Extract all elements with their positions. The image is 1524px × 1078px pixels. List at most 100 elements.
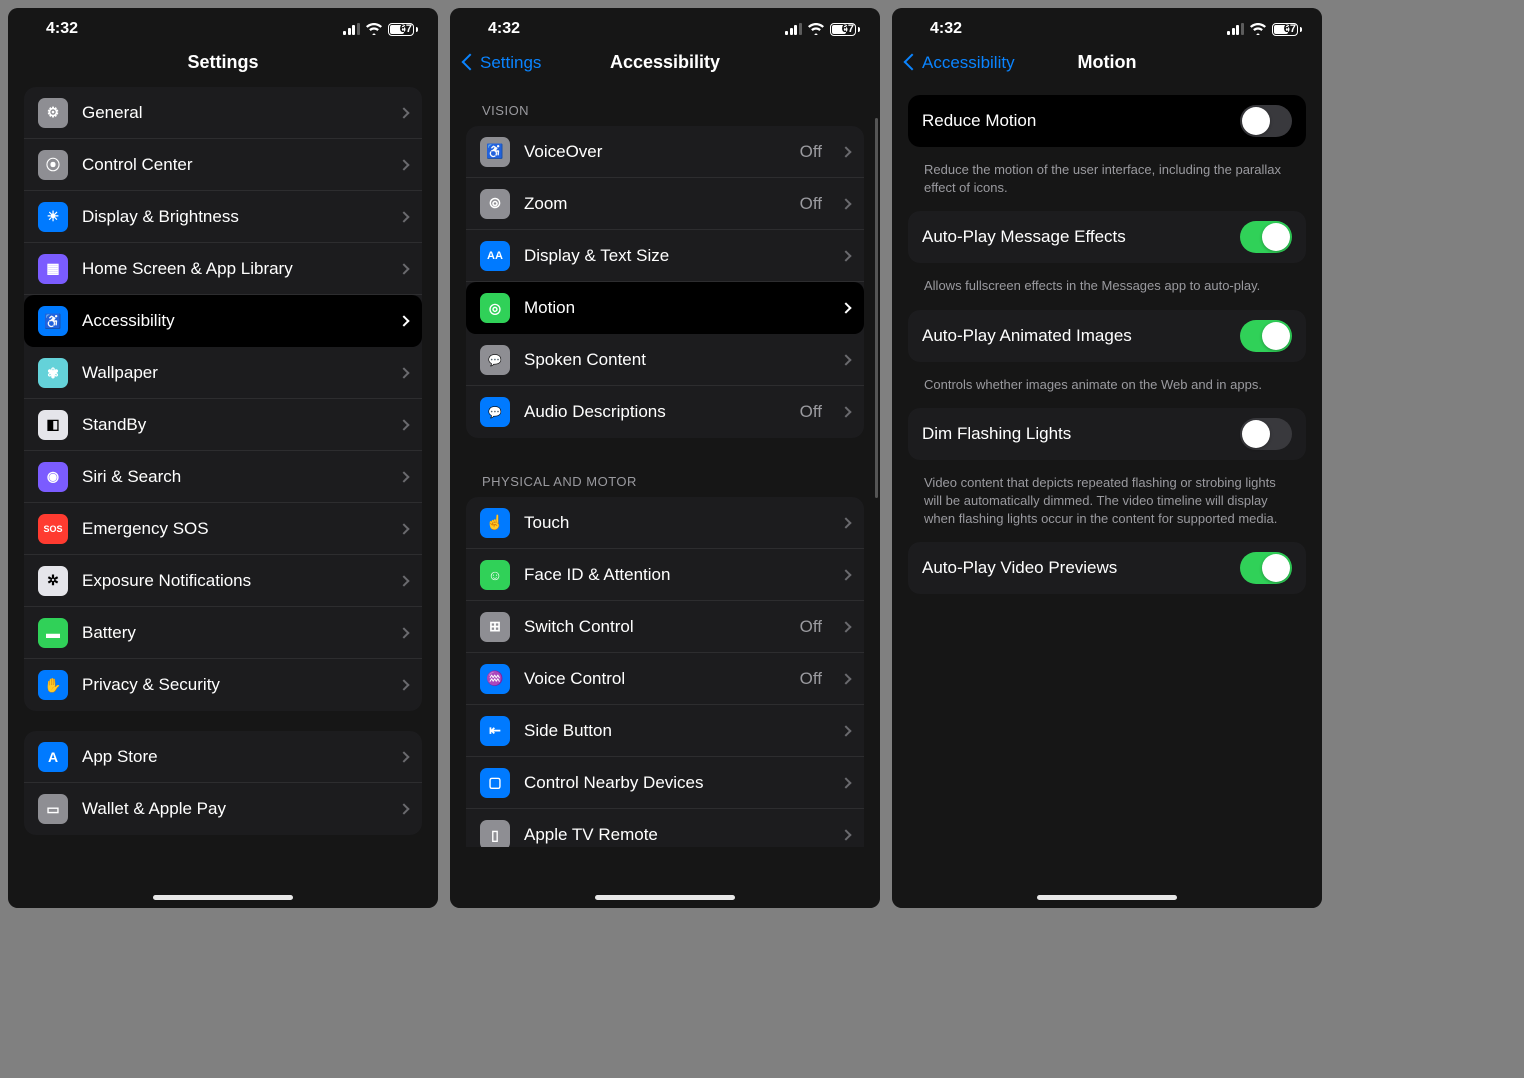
row-siri-search[interactable]: ◉Siri & Search (24, 451, 422, 503)
chevron-right-icon (840, 406, 851, 417)
motion-list[interactable]: Reduce Motion Reduce the motion of the us… (892, 87, 1322, 847)
signal-icon (343, 23, 360, 35)
row-autoplay-video[interactable]: Auto-Play Video Previews (908, 542, 1306, 594)
wallet-icon: ▭ (38, 794, 68, 824)
row-zoom[interactable]: ⦾ZoomOff (466, 178, 864, 230)
back-label: Accessibility (922, 53, 1015, 73)
back-label: Settings (480, 53, 541, 73)
row-side-button[interactable]: ⇤Side Button (466, 705, 864, 757)
signal-icon (785, 23, 802, 35)
row-faceid[interactable]: ☺Face ID & Attention (466, 549, 864, 601)
footer-text: Reduce the motion of the user interface,… (908, 153, 1306, 211)
apple-tv-icon: ▯ (480, 820, 510, 847)
row-apple-tv[interactable]: ▯Apple TV Remote (466, 809, 864, 847)
row-standby[interactable]: ◧ StandBy (24, 399, 422, 451)
dim-flashing-toggle[interactable] (1240, 418, 1292, 450)
row-voiceover[interactable]: ♿VoiceOverOff (466, 126, 864, 178)
autoplay-message-toggle[interactable] (1240, 221, 1292, 253)
home-indicator[interactable] (595, 895, 735, 900)
section-header: VISION (466, 87, 864, 126)
chevron-right-icon (398, 803, 409, 814)
nearby-devices-icon: ▢ (480, 768, 510, 798)
row-control-center[interactable]: ⦿Control Center (24, 139, 422, 191)
footer-text: Video content that depicts repeated flas… (908, 466, 1306, 543)
row-spoken-content[interactable]: 💬Spoken Content (466, 334, 864, 386)
autoplay-video-toggle[interactable] (1240, 552, 1292, 584)
row-label: General (82, 103, 386, 123)
status-bar: 4:32 67 (8, 8, 438, 42)
row-battery[interactable]: ▬Battery (24, 607, 422, 659)
reduce-motion-toggle[interactable] (1240, 105, 1292, 137)
row-audio-descriptions[interactable]: 💬Audio DescriptionsOff (466, 386, 864, 438)
row-voice-control[interactable]: ♒Voice ControlOff (466, 653, 864, 705)
row-label: Motion (524, 298, 828, 318)
row-label: Zoom (524, 194, 786, 214)
chevron-right-icon (398, 419, 409, 430)
phone-settings: 4:32 67 Settings ⚙General⦿Control Center… (8, 8, 438, 908)
row-label: Wallet & Apple Pay (82, 799, 386, 819)
voice-control-icon: ♒ (480, 664, 510, 694)
chevron-right-icon (840, 569, 851, 580)
chevron-right-icon (840, 146, 851, 157)
row-display-brightness[interactable]: ☀Display & Brightness (24, 191, 422, 243)
row-reduce-motion[interactable]: Reduce Motion (908, 95, 1306, 147)
footer-text: Allows fullscreen effects in the Message… (908, 269, 1306, 309)
standby-icon: ◧ (38, 410, 68, 440)
row-label: Battery (82, 623, 386, 643)
row-label: StandBy (82, 415, 386, 435)
row-nearby-devices[interactable]: ▢Control Nearby Devices (466, 757, 864, 809)
row-wallet[interactable]: ▭ Wallet & Apple Pay (24, 783, 422, 835)
row-emergency-sos[interactable]: SOSEmergency SOS (24, 503, 422, 555)
row-motion[interactable]: ◎Motion (466, 282, 864, 334)
privacy-icon: ✋ (38, 670, 68, 700)
chevron-right-icon (398, 575, 409, 586)
home-indicator[interactable] (1037, 895, 1177, 900)
row-label: Display & Text Size (524, 246, 828, 266)
status-bar: 4:32 67 (450, 8, 880, 42)
back-button[interactable]: Accessibility (906, 53, 1015, 73)
signal-icon (1227, 23, 1244, 35)
row-dim-flashing[interactable]: Dim Flashing Lights (908, 408, 1306, 460)
zoom-icon: ⦾ (480, 189, 510, 219)
row-general[interactable]: ⚙General (24, 87, 422, 139)
status-icons: 67 (1227, 23, 1296, 36)
row-app-store[interactable]: AApp Store (24, 731, 422, 783)
row-autoplay-message[interactable]: Auto-Play Message Effects (908, 211, 1306, 263)
nav-bar: Accessibility Motion (892, 42, 1322, 87)
accessibility-list[interactable]: VISION♿VoiceOverOff⦾ZoomOffAADisplay & T… (450, 87, 880, 847)
autoplay-animated-toggle[interactable] (1240, 320, 1292, 352)
exposure-icon: ✲ (38, 566, 68, 596)
home-indicator[interactable] (153, 895, 293, 900)
page-title: Motion (1078, 52, 1137, 73)
accessibility-icon: ♿ (38, 306, 68, 336)
row-home-screen[interactable]: ▦Home Screen & App Library (24, 243, 422, 295)
settings-list[interactable]: ⚙General⦿Control Center☀Display & Bright… (8, 87, 438, 847)
chevron-right-icon (398, 751, 409, 762)
row-touch[interactable]: ☝Touch (466, 497, 864, 549)
scroll-indicator[interactable] (875, 118, 878, 498)
chevron-right-icon (398, 263, 409, 274)
row-label: Reduce Motion (922, 111, 1226, 131)
side-button-icon: ⇤ (480, 716, 510, 746)
wifi-icon (1250, 23, 1266, 35)
status-bar: 4:32 67 (892, 8, 1322, 42)
row-label: Exposure Notifications (82, 571, 386, 591)
row-label: Siri & Search (82, 467, 386, 487)
row-autoplay-animated[interactable]: Auto-Play Animated Images (908, 310, 1306, 362)
row-switch-control[interactable]: ⊞Switch ControlOff (466, 601, 864, 653)
row-label: Privacy & Security (82, 675, 386, 695)
display-brightness-icon: ☀ (38, 202, 68, 232)
row-accessibility[interactable]: ♿Accessibility (24, 295, 422, 347)
row-label: Dim Flashing Lights (922, 424, 1226, 444)
chevron-right-icon (398, 627, 409, 638)
row-label: Home Screen & App Library (82, 259, 386, 279)
row-wallpaper[interactable]: ✾Wallpaper (24, 347, 422, 399)
row-label: Control Center (82, 155, 386, 175)
back-button[interactable]: Settings (464, 53, 541, 73)
row-display-text[interactable]: AADisplay & Text Size (466, 230, 864, 282)
page-title: Accessibility (610, 52, 720, 73)
chevron-right-icon (840, 198, 851, 209)
chevron-right-icon (398, 107, 409, 118)
row-privacy[interactable]: ✋ Privacy & Security (24, 659, 422, 711)
row-exposure[interactable]: ✲ Exposure Notifications (24, 555, 422, 607)
